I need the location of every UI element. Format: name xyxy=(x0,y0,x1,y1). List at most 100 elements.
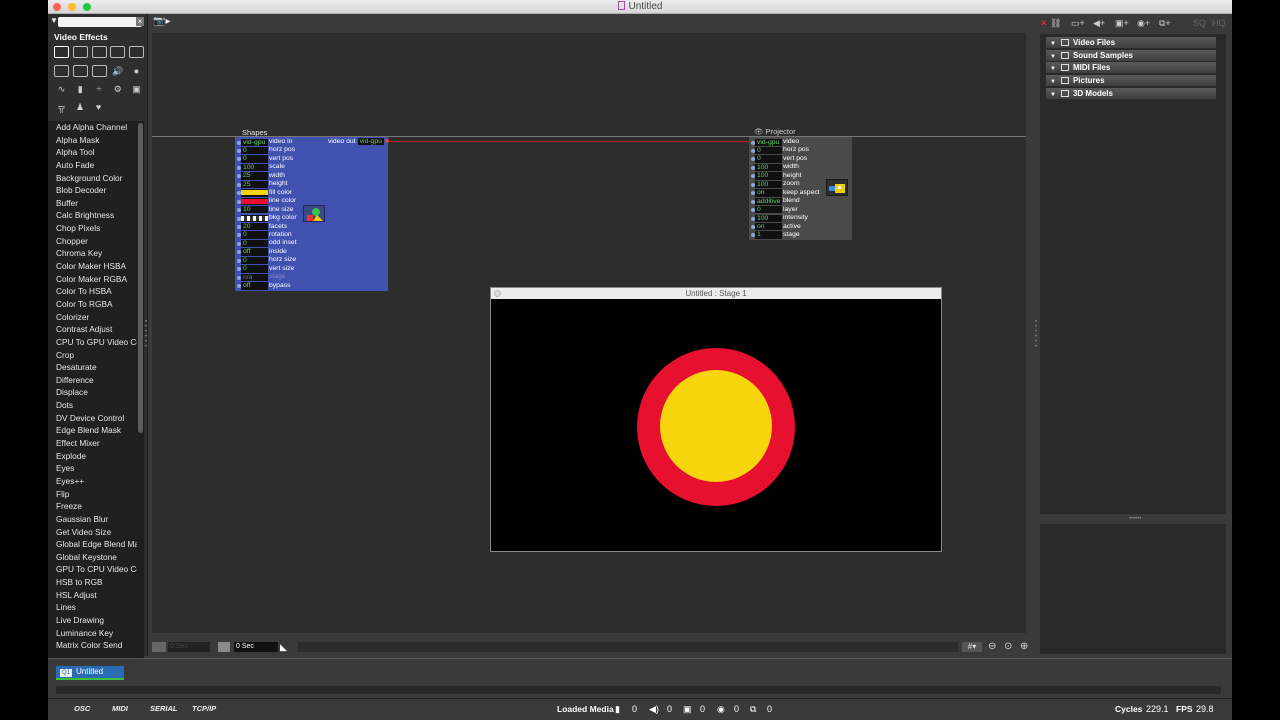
disclosure-icon[interactable]: ▼ xyxy=(1050,92,1056,98)
actor-input-row[interactable]: 0 horz pos xyxy=(235,146,305,155)
effect-list-item[interactable]: Eyes++ xyxy=(48,475,138,488)
effect-list-item[interactable]: Alpha Tool xyxy=(48,146,138,159)
shapes-output[interactable]: video out vid-gpu xyxy=(328,138,389,145)
midi-category-icon[interactable]: ● xyxy=(129,65,144,77)
person-category-icon[interactable]: ♟ xyxy=(73,101,88,113)
effects-scrollbar[interactable] xyxy=(137,121,144,661)
stage-window[interactable]: Untitled : Stage 1 xyxy=(490,287,942,552)
qc-category-icon[interactable] xyxy=(91,65,107,77)
input-value[interactable]: off xyxy=(241,248,268,256)
effect-list-item[interactable]: Explode xyxy=(48,450,138,463)
effect-list-item[interactable]: Dots xyxy=(48,399,138,412)
serial-button[interactable]: SERIAL xyxy=(150,704,178,713)
input-value[interactable]: 0 xyxy=(241,265,268,273)
stage-titlebar[interactable]: Untitled : Stage 1 xyxy=(491,288,941,299)
wave-category-icon[interactable]: ∿ xyxy=(54,83,69,95)
actor-input-row[interactable]: 10 line size xyxy=(235,206,305,214)
actor-input-row[interactable]: 100 intensity xyxy=(749,214,819,222)
disclosure-icon[interactable]: ▼ xyxy=(1050,66,1056,72)
add-model-icon[interactable]: ⧉+ xyxy=(1159,17,1177,30)
actor-input-row[interactable]: fill color xyxy=(235,189,305,197)
color-swatch[interactable] xyxy=(241,215,268,221)
actor-input-row[interactable]: 0 layer xyxy=(749,206,819,214)
input-value[interactable]: 0 xyxy=(241,231,268,239)
actor-input-row[interactable]: 0 horz size xyxy=(235,256,305,265)
actor-input-row[interactable]: 0 horz pos xyxy=(749,146,819,155)
zoom-fit-icon[interactable]: ⊙ xyxy=(1004,642,1018,652)
layers-category-icon[interactable]: ▣ xyxy=(129,83,144,95)
heart-category-icon[interactable]: ♥ xyxy=(91,101,106,113)
tcpip-button[interactable]: TCP/IP xyxy=(192,704,216,713)
input-value[interactable]: 0 xyxy=(241,256,268,265)
effect-list-item[interactable]: GPU To CPU Video Cor xyxy=(48,563,138,576)
actor-input-row[interactable]: n/a stage xyxy=(235,273,305,282)
user-category-icon[interactable] xyxy=(91,46,107,58)
input-value[interactable]: vid-gpu xyxy=(241,138,268,146)
input-value[interactable]: 1 xyxy=(755,231,782,239)
zoom-out-icon[interactable]: ⊖ xyxy=(988,642,1002,652)
scene-tab[interactable]: Q1 Untitled xyxy=(56,666,124,678)
effect-list-item[interactable]: Color Maker RGBA xyxy=(48,273,138,286)
actor-input-row[interactable]: 0 vert pos xyxy=(235,155,305,163)
input-value[interactable]: 0 xyxy=(241,146,268,155)
input-value[interactable] xyxy=(241,197,268,206)
input-value[interactable]: 25 xyxy=(241,180,268,189)
input-value[interactable]: 0 xyxy=(241,155,268,163)
effect-list-item[interactable]: Background Color xyxy=(48,172,138,185)
left-splitter-handle[interactable]: • • • • • • xyxy=(145,319,149,350)
effect-list-item[interactable]: Alpha Mask xyxy=(48,134,138,147)
input-value[interactable]: 100 xyxy=(755,214,782,222)
add-video-icon[interactable]: ▭+ xyxy=(1071,17,1089,30)
actor-input-row[interactable]: 20 facets xyxy=(235,223,305,231)
effect-list-item[interactable]: Eyes xyxy=(48,462,138,475)
add-picture-icon[interactable]: ▣+ xyxy=(1115,17,1133,30)
input-value[interactable]: additive xyxy=(755,197,782,206)
stage-close-button[interactable] xyxy=(494,290,501,297)
actor-input-row[interactable]: 0 vert size xyxy=(235,265,305,273)
input-value[interactable]: 100 xyxy=(755,180,782,189)
disclosure-icon[interactable]: ▼ xyxy=(1050,54,1056,60)
effect-list-item[interactable]: Colorizer xyxy=(48,311,138,324)
scene-scroll-track[interactable] xyxy=(56,686,1221,694)
actor-input-row[interactable]: 25 height xyxy=(235,180,305,189)
input-value[interactable]: n/a xyxy=(241,273,268,282)
gear-category-icon[interactable]: ⚙ xyxy=(110,83,125,95)
effect-list-item[interactable]: Color To HSBA xyxy=(48,285,138,298)
video-connection-wire[interactable] xyxy=(388,141,752,142)
effect-list-item[interactable]: Displace xyxy=(48,386,138,399)
media-category[interactable]: ▼ Video Files xyxy=(1046,37,1216,48)
input-value[interactable]: off xyxy=(241,282,268,290)
effect-list-item[interactable]: Global Edge Blend Ma: xyxy=(48,538,138,551)
scrollbar-thumb[interactable] xyxy=(138,123,143,433)
timeline-envelope-icon[interactable] xyxy=(218,642,230,652)
color-swatch[interactable] xyxy=(241,198,268,204)
actor-input-row[interactable]: line color xyxy=(235,197,305,206)
effect-list-item[interactable]: Difference xyxy=(48,374,138,387)
input-value[interactable]: 10 xyxy=(241,206,268,214)
effect-list-item[interactable]: HSL Adjust xyxy=(48,589,138,602)
effects-search-input[interactable] xyxy=(58,17,142,27)
effect-list-item[interactable]: Calc Brightness xyxy=(48,209,138,222)
effect-list-item[interactable]: Crop xyxy=(48,349,138,362)
sq-button[interactable]: SQ xyxy=(1193,17,1211,30)
network-category-icon[interactable]: ╦ xyxy=(54,101,69,113)
actor-input-row[interactable]: 0 rotation xyxy=(235,231,305,239)
actor-input-row[interactable]: on active xyxy=(749,223,819,231)
effect-list-item[interactable]: Auto Fade xyxy=(48,159,138,172)
input-value[interactable]: 100 xyxy=(755,163,782,172)
effect-list-item[interactable]: Freeze xyxy=(48,500,138,513)
actor-input-row[interactable]: 0 vert pos xyxy=(749,155,819,163)
input-value[interactable]: 0 xyxy=(755,155,782,163)
media-category[interactable]: ▼ 3D Models xyxy=(1046,87,1216,99)
clear-search-icon[interactable]: × xyxy=(136,17,144,26)
ff-category-icon[interactable] xyxy=(54,65,69,77)
effect-list-item[interactable]: Chroma Key xyxy=(48,247,138,260)
input-value[interactable]: on xyxy=(755,189,782,197)
effect-list-item[interactable]: Live Drawing xyxy=(48,614,138,627)
camera-icon[interactable]: 📷▸ xyxy=(153,16,170,27)
actor-input-row[interactable]: 100 zoom xyxy=(749,180,819,189)
effect-list-item[interactable]: Get Video Size xyxy=(48,526,138,539)
actor-input-row[interactable]: on keep aspect xyxy=(749,189,820,197)
input-value[interactable] xyxy=(241,189,268,197)
effect-list-item[interactable]: Color Maker HSBA xyxy=(48,260,138,273)
